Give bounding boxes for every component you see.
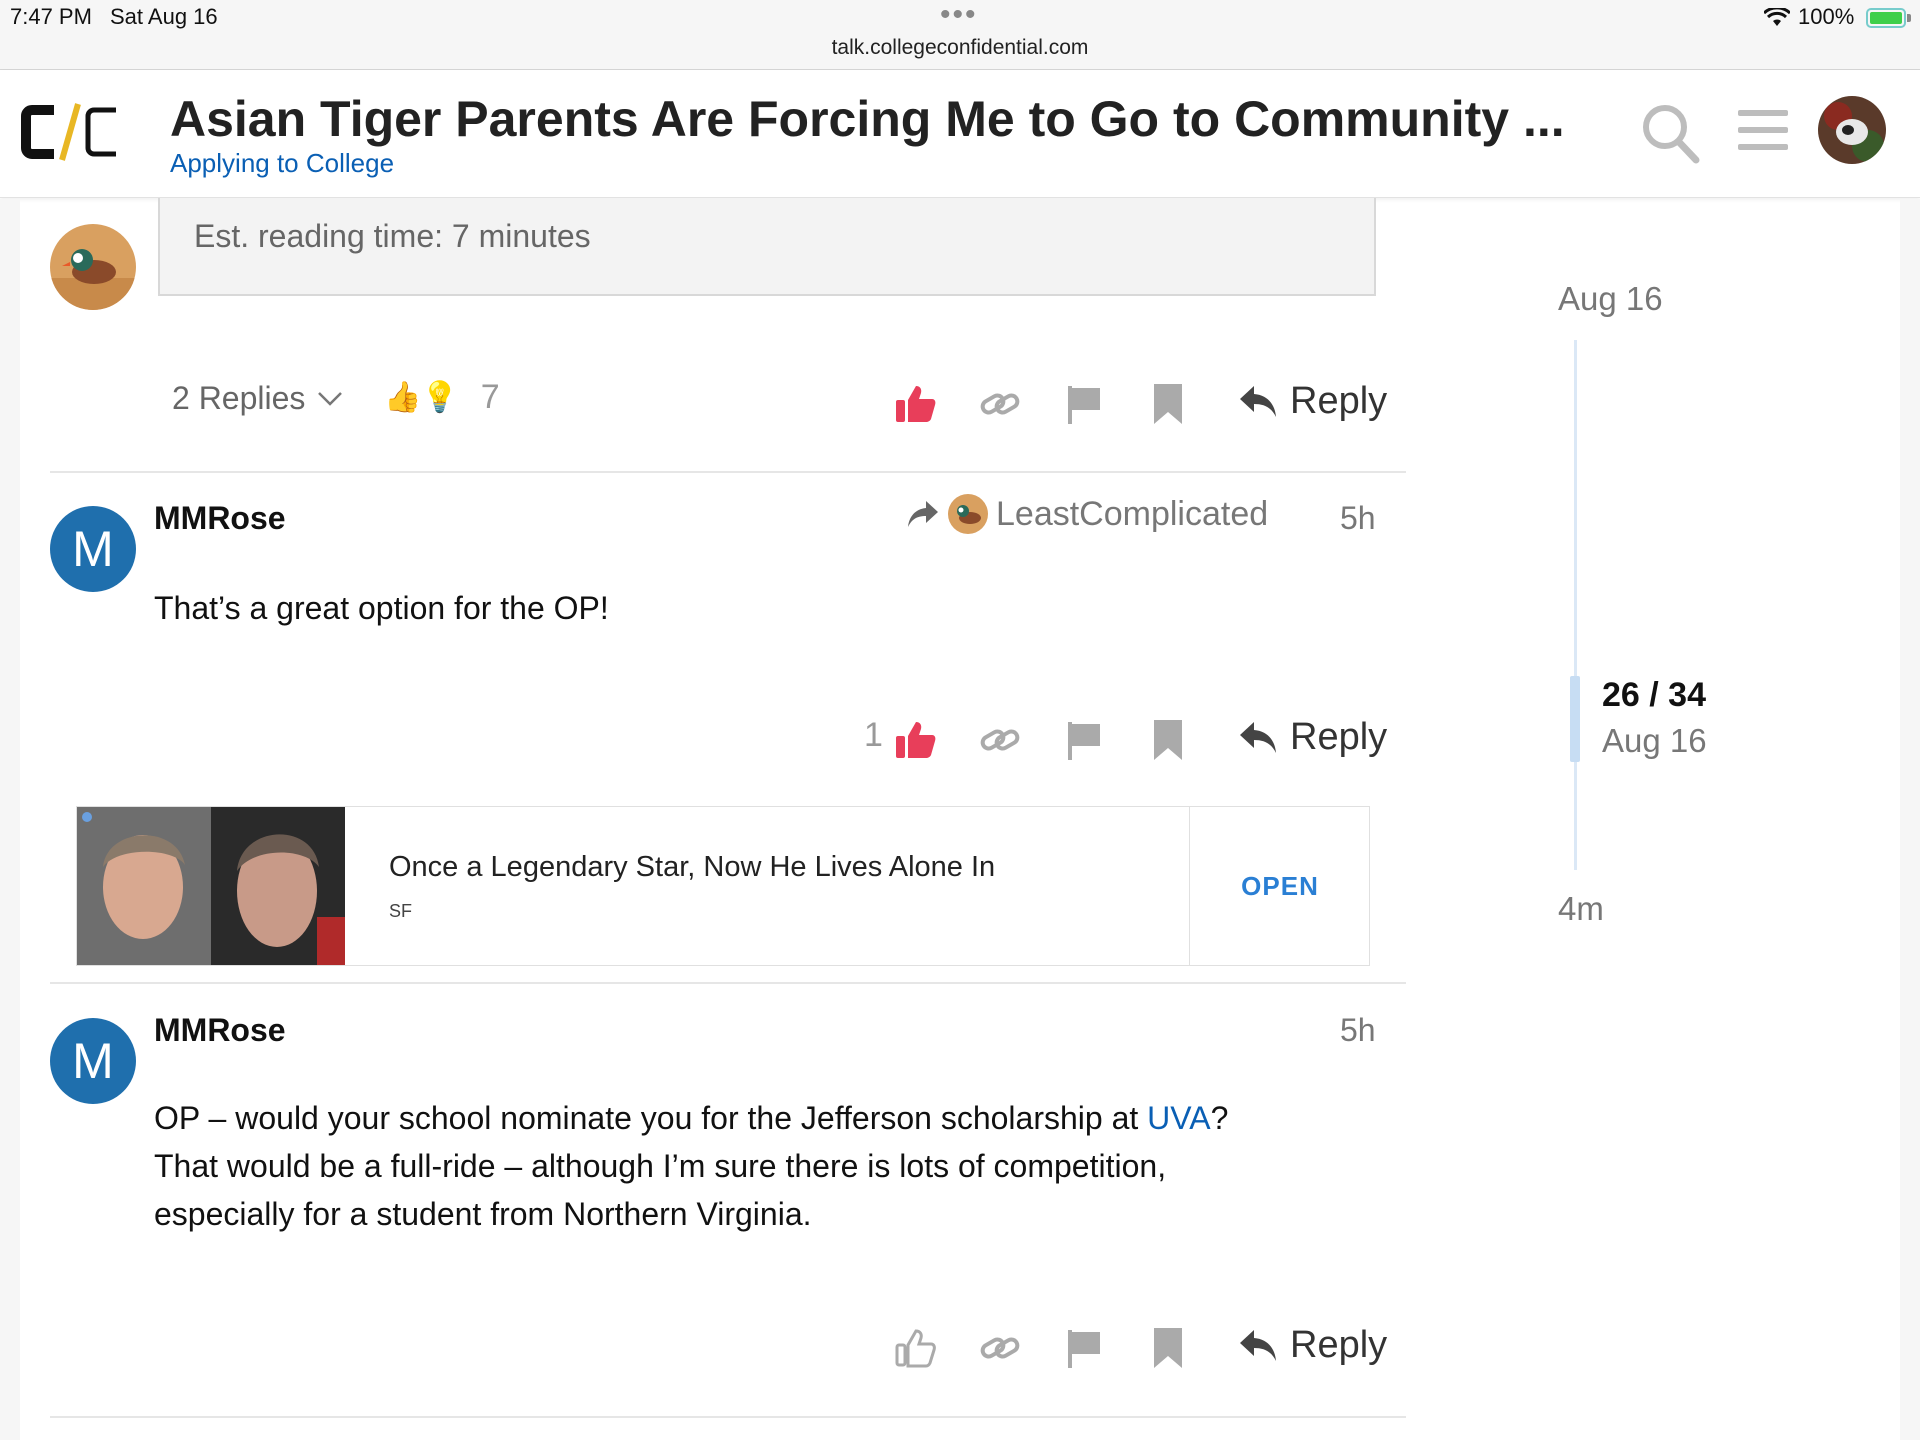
post-time[interactable]: 5h <box>1340 1012 1376 1049</box>
timeline-scroll-handle[interactable] <box>1570 676 1580 762</box>
replies-toggle-button[interactable]: 2 Replies <box>172 380 343 417</box>
post-body-line: That would be a full-ride – although I’m… <box>154 1148 1167 1184</box>
link-icon[interactable] <box>978 718 1022 762</box>
bookmark-icon[interactable] <box>1146 1326 1190 1370</box>
reactions-count: 7 <box>480 378 500 416</box>
timeline-end-label[interactable]: 4m <box>1558 890 1604 928</box>
bookmark-icon[interactable] <box>1146 382 1190 426</box>
reactions-summary[interactable]: 👍💡 7 <box>384 378 500 417</box>
reply-button[interactable]: Reply <box>1238 716 1387 759</box>
timeline-position: 26 / 34 <box>1602 676 1706 714</box>
avatar[interactable]: M <box>50 506 136 592</box>
status-date: Sat Aug 16 <box>110 4 218 29</box>
link-icon[interactable] <box>978 382 1022 426</box>
reply-label: Reply <box>1290 380 1388 422</box>
ad-source: SF <box>389 901 413 921</box>
reply-to-username: LeastComplicated <box>996 494 1269 533</box>
post-divider <box>50 1416 1406 1418</box>
battery-percent: 100% <box>1798 4 1855 29</box>
uva-link[interactable]: UVA <box>1147 1100 1210 1136</box>
flag-icon[interactable] <box>1062 718 1106 762</box>
topic-title[interactable]: Asian Tiger Parents Are Forcing Me to Go… <box>170 90 1565 148</box>
battery-icon <box>1866 8 1906 28</box>
timeline-track[interactable] <box>1574 340 1577 870</box>
post-username[interactable]: MMRose <box>154 1012 286 1049</box>
ad-open-button[interactable]: OPEN <box>1190 807 1370 965</box>
search-icon[interactable] <box>1640 102 1700 164</box>
timeline-start-date[interactable]: Aug 16 <box>1558 280 1663 318</box>
post-body-line: OP – would your school nominate you for … <box>154 1100 1229 1136</box>
post-divider <box>50 982 1406 984</box>
browser-status-bar: 7:47 PM Sat Aug 16 ••• talk.collegeconfi… <box>0 0 1920 70</box>
reply-arrow-icon <box>1240 1329 1276 1361</box>
flag-icon[interactable] <box>1062 382 1106 426</box>
reply-arrow-icon <box>1240 721 1276 753</box>
reply-button[interactable]: Reply <box>1238 380 1387 423</box>
address-bar[interactable]: talk.collegeconfidential.com <box>0 36 1920 60</box>
post-body-line: especially for a student from Northern V… <box>154 1196 812 1232</box>
chevron-down-icon <box>318 391 343 406</box>
college-confidential-logo[interactable] <box>20 100 124 164</box>
reply-to-avatar <box>948 494 988 534</box>
post-body: OP – would your school nominate you for … <box>154 1094 1374 1238</box>
site-header: Asian Tiger Parents Are Forcing Me to Go… <box>0 70 1920 198</box>
link-icon[interactable] <box>978 1326 1022 1370</box>
like-icon[interactable] <box>894 382 938 426</box>
avatar[interactable]: M <box>50 1018 136 1104</box>
reply-label: Reply <box>1290 1324 1388 1366</box>
status-time: 7:47 PM <box>10 4 92 29</box>
post-body: That’s a great option for the OP! <box>154 590 609 626</box>
op-avatar[interactable] <box>50 224 136 310</box>
more-dots-icon[interactable]: ••• <box>940 0 978 30</box>
bookmark-icon[interactable] <box>1146 718 1190 762</box>
reading-time-text: Est. reading time: 7 minutes <box>194 218 591 254</box>
wifi-icon <box>1764 8 1790 26</box>
post-time[interactable]: 5h <box>1340 500 1376 537</box>
like-count[interactable]: 1 <box>864 716 883 755</box>
reading-time-box: Est. reading time: 7 minutes <box>158 198 1376 296</box>
like-icon[interactable] <box>894 1326 938 1370</box>
reply-arrow-icon <box>1240 385 1276 417</box>
flag-icon[interactable] <box>1062 1326 1106 1370</box>
category-link[interactable]: Applying to College <box>170 148 394 179</box>
user-avatar[interactable] <box>1818 96 1886 164</box>
reply-button[interactable]: Reply <box>1238 1324 1387 1367</box>
post-divider <box>50 471 1406 473</box>
reply-label: Reply <box>1290 716 1388 758</box>
like-icon[interactable] <box>894 718 938 762</box>
hamburger-menu-icon[interactable] <box>1738 106 1788 154</box>
ad-title[interactable]: Once a Legendary Star, Now He Lives Alon… <box>389 851 995 884</box>
ad-image[interactable] <box>77 807 345 965</box>
reaction-emojis: 👍💡 <box>384 381 459 414</box>
sponsored-ad[interactable]: Once a Legendary Star, Now He Lives Alon… <box>76 806 1370 966</box>
share-arrow-icon <box>908 501 938 527</box>
reply-to-indicator[interactable]: LeastComplicated <box>906 494 1268 534</box>
timeline-current-date: Aug 16 <box>1602 722 1707 759</box>
replies-label: 2 Replies <box>172 380 306 416</box>
post-username[interactable]: MMRose <box>154 500 286 537</box>
